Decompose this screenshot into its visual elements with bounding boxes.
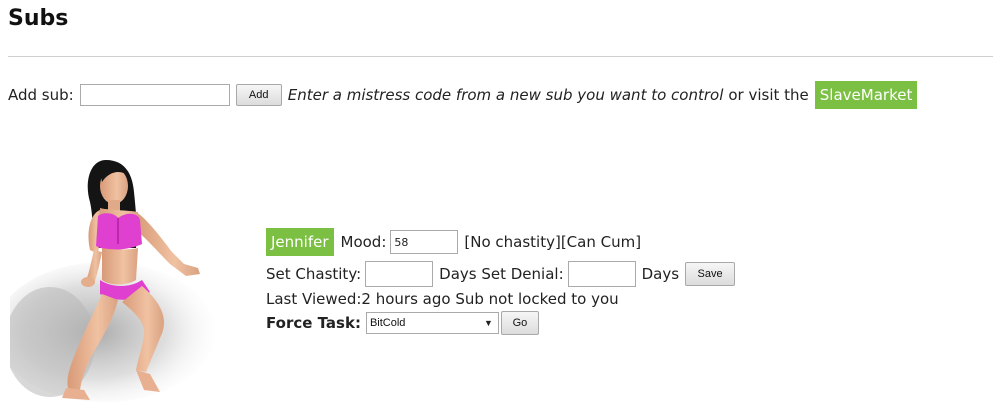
or-visit-text: or visit the [728, 86, 809, 104]
mood-input[interactable] [390, 230, 459, 254]
save-button[interactable]: Save [685, 262, 736, 286]
last-viewed-row: Last Viewed:2 hours ago Sub not locked t… [266, 288, 966, 310]
page-title: Subs [8, 6, 69, 31]
slave-market-link[interactable]: SlaveMarket [814, 81, 918, 109]
add-sub-button[interactable]: Add [235, 84, 282, 106]
add-sub-row: Add sub: Add Enter a mistress code from … [8, 81, 918, 109]
divider [8, 56, 993, 57]
sub-name-badge[interactable]: Jennifer [266, 228, 334, 256]
force-task-row: Force Task: BitCold ▼ Go [266, 310, 966, 336]
sub-header-row: Jennifer Mood: [No chastity][Can Cum] [266, 225, 966, 259]
last-viewed-text: Last Viewed:2 hours ago Sub not locked t… [266, 290, 619, 308]
add-sub-label: Add sub: [8, 86, 74, 104]
chastity-days-input[interactable] [365, 261, 434, 287]
chastity-row: Set Chastity: Days Set Denial: Days Save [266, 260, 966, 288]
set-chastity-label: Set Chastity: [266, 265, 362, 283]
days-label: Days [641, 265, 680, 283]
denial-days-input[interactable] [567, 261, 636, 287]
force-task-label: Force Task: [266, 314, 361, 332]
sub-status-text: [No chastity][Can Cum] [464, 233, 642, 251]
mood-label: Mood: [340, 233, 387, 251]
chevron-down-icon: ▼ [484, 318, 493, 328]
force-task-select[interactable]: BitCold ▼ [365, 312, 499, 334]
go-button[interactable]: Go [500, 311, 539, 335]
force-task-selected: BitCold [369, 317, 406, 329]
sub-details: Jennifer Mood: [No chastity][Can Cum] Se… [266, 225, 966, 336]
add-sub-hint: Enter a mistress code from a new sub you… [287, 86, 724, 104]
days-set-denial-label: Days Set Denial: [439, 265, 564, 283]
sub-avatar-figure [10, 160, 215, 402]
mistress-code-input[interactable] [79, 84, 230, 106]
